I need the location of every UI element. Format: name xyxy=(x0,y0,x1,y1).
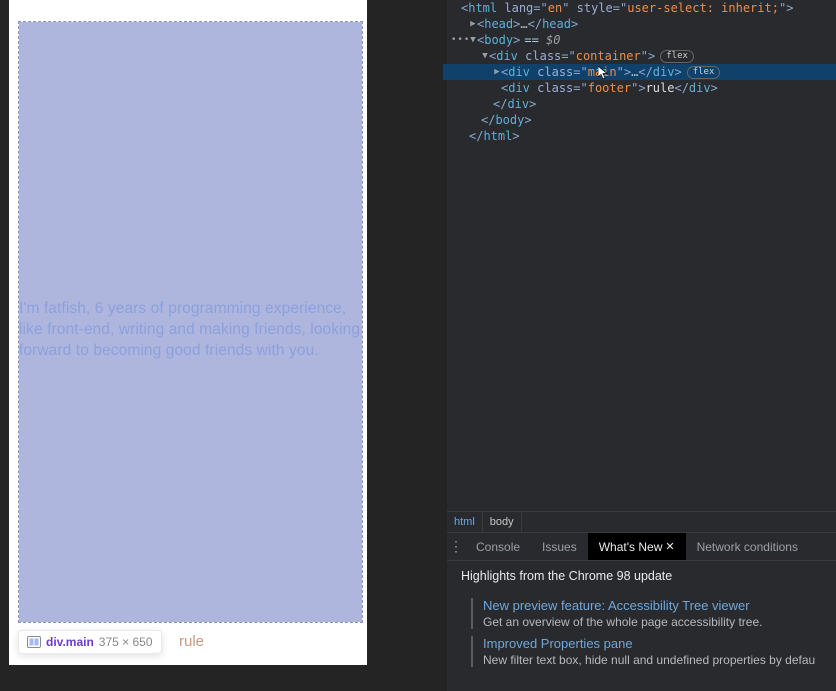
dom-close-html[interactable]: </html> xyxy=(451,128,836,144)
whats-new-panel: Highlights from the Chrome 98 update New… xyxy=(447,561,836,667)
mouse-cursor-icon xyxy=(598,66,608,80)
caret-right-icon[interactable]: ▶ xyxy=(493,64,501,80)
tab-whats-new-label: What's New xyxy=(599,540,663,554)
caret-down-icon[interactable]: ▼ xyxy=(481,48,489,64)
drawer-tabbar: ⋮ Console Issues What's New ✕ Network co… xyxy=(447,533,836,561)
selected-gutter-icon: ••• xyxy=(451,32,470,48)
flex-pill[interactable]: flex xyxy=(687,66,721,79)
whats-new-item-title: Improved Properties pane xyxy=(483,636,824,651)
tooltip-selector: div.main xyxy=(46,635,94,649)
devtools-panel: <html lang="en" style="user-select: inhe… xyxy=(447,0,836,691)
dom-node-html[interactable]: <html lang="en" style="user-select: inhe… xyxy=(451,0,836,16)
dom-node-container[interactable]: ▼ <div class="container"> flex xyxy=(451,48,836,64)
breadcrumb-body[interactable]: body xyxy=(483,512,522,532)
tab-whats-new[interactable]: What's New ✕ xyxy=(588,533,686,560)
tab-network-conditions[interactable]: Network conditions xyxy=(686,533,809,560)
whats-new-item-title: New preview feature: Accessibility Tree … xyxy=(483,598,824,613)
drawer-more-icon[interactable]: ⋮ xyxy=(447,538,465,555)
whats-new-item[interactable]: Improved Properties pane New filter text… xyxy=(471,636,824,667)
preview-body-text: I'm fatfish, 6 years of programming expe… xyxy=(19,298,364,361)
elements-tree[interactable]: <html lang="en" style="user-select: inhe… xyxy=(447,0,836,144)
whats-new-item-desc: New filter text box, hide null and undef… xyxy=(483,653,824,667)
tab-console[interactable]: Console xyxy=(465,533,531,560)
whats-new-item-desc: Get an overview of the whole page access… xyxy=(483,615,824,629)
dom-node-body[interactable]: ••• ▼ <body> == $0 xyxy=(451,32,836,48)
preview-footer-text: rule xyxy=(179,633,204,650)
tab-issues[interactable]: Issues xyxy=(531,533,588,560)
flex-pill[interactable]: flex xyxy=(660,50,694,63)
breadcrumb-html[interactable]: html xyxy=(447,512,483,532)
dom-close-container[interactable]: </div> xyxy=(451,96,836,112)
flex-badge-icon xyxy=(27,636,41,648)
tooltip-dimensions: 375 × 650 xyxy=(99,635,153,649)
whats-new-item[interactable]: New preview feature: Accessibility Tree … xyxy=(471,598,824,629)
whats-new-heading: Highlights from the Chrome 98 update xyxy=(447,561,836,591)
caret-right-icon[interactable]: ▶ xyxy=(469,16,477,32)
close-icon[interactable]: ✕ xyxy=(665,540,674,553)
dom-close-body[interactable]: </body> xyxy=(451,112,836,128)
dom-breadcrumb[interactable]: html body xyxy=(447,511,836,533)
dom-node-footer[interactable]: <div class="footer">rule</div> xyxy=(451,80,836,96)
element-inspect-tooltip: div.main 375 × 650 xyxy=(18,630,162,654)
dom-node-head[interactable]: ▶ <head>…</head> xyxy=(451,16,836,32)
dom-node-main[interactable]: ▶ <div class="main">…</div> flex xyxy=(443,64,836,80)
page-preview: I'm fatfish, 6 years of programming expe… xyxy=(9,0,367,665)
